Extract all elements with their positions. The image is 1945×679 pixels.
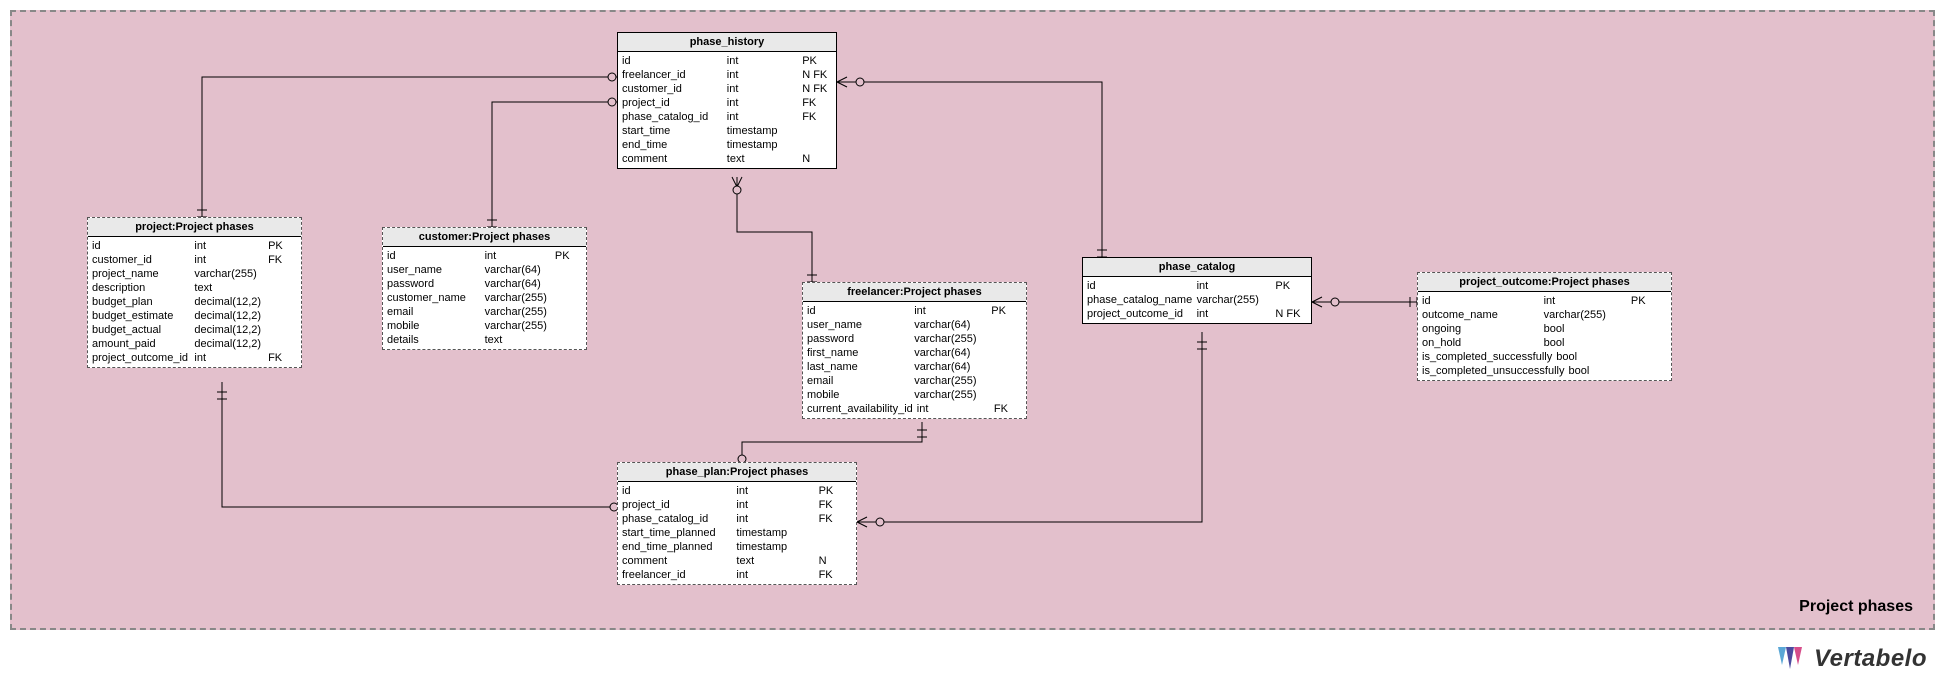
column-row: project_outcome_idintFK bbox=[92, 351, 297, 365]
column-row: on_holdbool bbox=[1422, 336, 1667, 350]
erd-canvas: phase_history idintPKfreelancer_idintN F… bbox=[0, 0, 1945, 679]
column-row: idintPK bbox=[622, 54, 832, 68]
column-row: project_idintFK bbox=[622, 498, 852, 512]
column-row: freelancer_idintFK bbox=[622, 568, 852, 582]
column-row: commenttextN bbox=[622, 152, 832, 166]
entity-title: project:Project phases bbox=[88, 218, 301, 237]
column-row: freelancer_idintN FK bbox=[622, 68, 832, 82]
entity-body: idintPKuser_namevarchar(64)passwordvarch… bbox=[383, 247, 586, 349]
column-row: first_namevarchar(64) bbox=[807, 346, 1022, 360]
column-row: idintPK bbox=[92, 239, 297, 253]
column-row: ongoingbool bbox=[1422, 322, 1667, 336]
column-row: is_completed_successfullybool bbox=[1422, 350, 1667, 364]
column-row: phase_catalog_namevarchar(255) bbox=[1087, 293, 1307, 307]
column-row: start_timetimestamp bbox=[622, 124, 832, 138]
column-row: idintPK bbox=[1087, 279, 1307, 293]
entity-phase-history[interactable]: phase_history idintPKfreelancer_idintN F… bbox=[617, 32, 837, 169]
column-row: end_timetimestamp bbox=[622, 138, 832, 152]
column-row: amount_paiddecimal(12,2) bbox=[92, 337, 297, 351]
entity-body: idintPKuser_namevarchar(64)passwordvarch… bbox=[803, 302, 1026, 418]
entity-title: project_outcome:Project phases bbox=[1418, 273, 1671, 292]
region-project-phases: phase_history idintPKfreelancer_idintN F… bbox=[10, 10, 1935, 630]
column-row: emailvarchar(255) bbox=[387, 305, 582, 319]
entity-body: idintPKoutcome_namevarchar(255)ongoingbo… bbox=[1418, 292, 1671, 380]
entity-body: idintPKcustomer_idintFKproject_namevarch… bbox=[88, 237, 301, 367]
column-row: outcome_namevarchar(255) bbox=[1422, 308, 1667, 322]
column-row: user_namevarchar(64) bbox=[387, 263, 582, 277]
column-row: mobilevarchar(255) bbox=[807, 388, 1022, 402]
column-row: budget_actualdecimal(12,2) bbox=[92, 323, 297, 337]
column-row: commenttextN bbox=[622, 554, 852, 568]
column-row: last_namevarchar(64) bbox=[807, 360, 1022, 374]
column-row: budget_plandecimal(12,2) bbox=[92, 295, 297, 309]
column-row: idintPK bbox=[387, 249, 582, 263]
entity-title: freelancer:Project phases bbox=[803, 283, 1026, 302]
column-row: current_availability_idintFK bbox=[807, 402, 1022, 416]
entity-project[interactable]: project:Project phases idintPKcustomer_i… bbox=[87, 217, 302, 368]
column-row: project_idintFK bbox=[622, 96, 832, 110]
column-row: project_namevarchar(255) bbox=[92, 267, 297, 281]
entity-phase-catalog[interactable]: phase_catalog idintPKphase_catalog_namev… bbox=[1082, 257, 1312, 324]
column-row: end_time_plannedtimestamp bbox=[622, 540, 852, 554]
vertabelo-icon bbox=[1774, 645, 1806, 673]
column-row: user_namevarchar(64) bbox=[807, 318, 1022, 332]
column-row: idintPK bbox=[807, 304, 1022, 318]
entity-title: phase_history bbox=[618, 33, 836, 52]
entity-title: phase_plan:Project phases bbox=[618, 463, 856, 482]
column-row: start_time_plannedtimestamp bbox=[622, 526, 852, 540]
column-row: idintPK bbox=[622, 484, 852, 498]
entity-body: idintPKphase_catalog_namevarchar(255)pro… bbox=[1083, 277, 1311, 323]
entity-body: idintPKproject_idintFKphase_catalog_idin… bbox=[618, 482, 856, 584]
entity-customer[interactable]: customer:Project phases idintPKuser_name… bbox=[382, 227, 587, 350]
entity-body: idintPKfreelancer_idintN FKcustomer_idin… bbox=[618, 52, 836, 168]
entity-freelancer[interactable]: freelancer:Project phases idintPKuser_na… bbox=[802, 282, 1027, 419]
column-row: customer_idintN FK bbox=[622, 82, 832, 96]
column-row: emailvarchar(255) bbox=[807, 374, 1022, 388]
column-row: mobilevarchar(255) bbox=[387, 319, 582, 333]
column-row: project_outcome_idintN FK bbox=[1087, 307, 1307, 321]
column-row: descriptiontext bbox=[92, 281, 297, 295]
column-row: phase_catalog_idintFK bbox=[622, 110, 832, 124]
vertabelo-logo: Vertabelo bbox=[1774, 645, 1927, 673]
logo-text: Vertabelo bbox=[1814, 645, 1927, 673]
column-row: customer_idintFK bbox=[92, 253, 297, 267]
column-row: is_completed_unsuccessfullybool bbox=[1422, 364, 1667, 378]
entity-title: customer:Project phases bbox=[383, 228, 586, 247]
column-row: detailstext bbox=[387, 333, 582, 347]
column-row: idintPK bbox=[1422, 294, 1667, 308]
column-row: passwordvarchar(255) bbox=[807, 332, 1022, 346]
region-label: Project phases bbox=[1799, 598, 1913, 616]
entity-project-outcome[interactable]: project_outcome:Project phases idintPKou… bbox=[1417, 272, 1672, 381]
column-row: budget_estimatedecimal(12,2) bbox=[92, 309, 297, 323]
entity-phase-plan[interactable]: phase_plan:Project phases idintPKproject… bbox=[617, 462, 857, 585]
column-row: customer_namevarchar(255) bbox=[387, 291, 582, 305]
column-row: phase_catalog_idintFK bbox=[622, 512, 852, 526]
entity-title: phase_catalog bbox=[1083, 258, 1311, 277]
column-row: passwordvarchar(64) bbox=[387, 277, 582, 291]
